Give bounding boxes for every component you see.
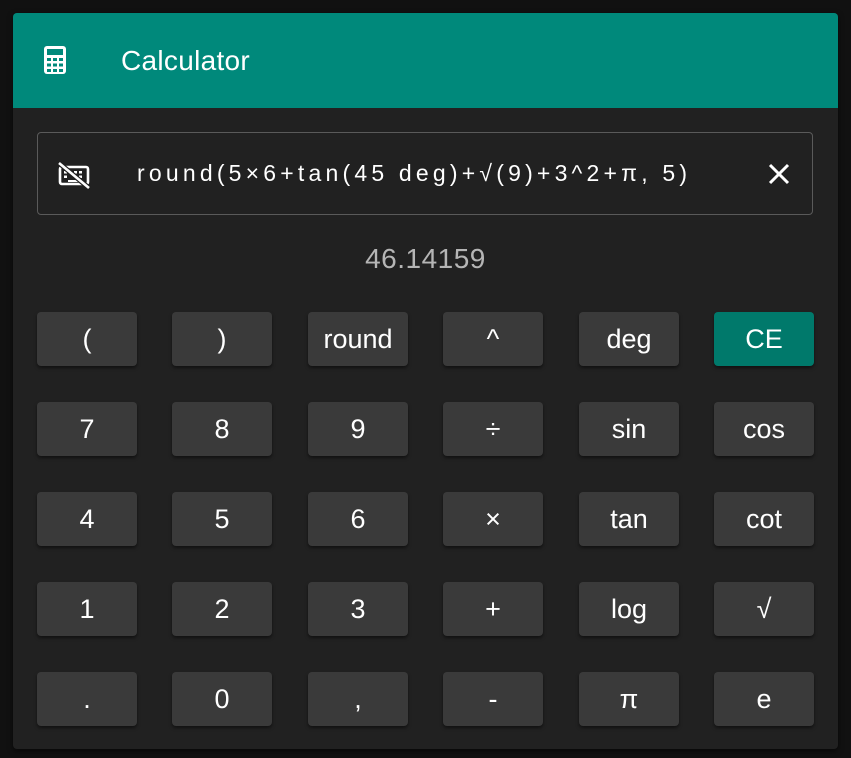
round-key[interactable]: round <box>308 312 408 366</box>
close-icon[interactable] <box>762 157 796 191</box>
title-bar: Calculator <box>13 13 838 108</box>
digit-2-key[interactable]: 2 <box>172 582 272 636</box>
clear-entry-key[interactable]: CE <box>714 312 814 366</box>
keyboard-off-icon[interactable] <box>57 161 91 189</box>
open-paren-key[interactable]: ( <box>37 312 137 366</box>
divide-key[interactable]: ÷ <box>443 402 543 456</box>
expression-text[interactable]: round(5×6+tan(45 deg)+√(9)+3^2+π, 5) <box>137 133 691 214</box>
calculator-window: Calculator round(5×6+tan(45 deg)+√(9)+3^… <box>13 13 838 749</box>
deg-key[interactable]: deg <box>579 312 679 366</box>
minus-key[interactable]: - <box>443 672 543 726</box>
digit-3-key[interactable]: 3 <box>308 582 408 636</box>
pi-key[interactable]: π <box>579 672 679 726</box>
digit-6-key[interactable]: 6 <box>308 492 408 546</box>
digit-0-key[interactable]: 0 <box>172 672 272 726</box>
digit-5-key[interactable]: 5 <box>172 492 272 546</box>
plus-key[interactable]: + <box>443 582 543 636</box>
comma-key[interactable]: , <box>308 672 408 726</box>
tan-key[interactable]: tan <box>579 492 679 546</box>
cot-key[interactable]: cot <box>714 492 814 546</box>
digit-9-key[interactable]: 9 <box>308 402 408 456</box>
sqrt-key[interactable]: √ <box>714 582 814 636</box>
cos-key[interactable]: cos <box>714 402 814 456</box>
digit-4-key[interactable]: 4 <box>37 492 137 546</box>
result-display: 46.14159 <box>365 243 486 274</box>
close-paren-key[interactable]: ) <box>172 312 272 366</box>
digit-7-key[interactable]: 7 <box>37 402 137 456</box>
digit-1-key[interactable]: 1 <box>37 582 137 636</box>
log-key[interactable]: log <box>579 582 679 636</box>
power-key[interactable]: ^ <box>443 312 543 366</box>
calculator-icon <box>44 46 66 74</box>
decimal-point-key[interactable]: . <box>37 672 137 726</box>
app-title: Calculator <box>121 45 251 76</box>
expression-field[interactable]: round(5×6+tan(45 deg)+√(9)+3^2+π, 5) <box>37 132 813 215</box>
e-key[interactable]: e <box>714 672 814 726</box>
multiply-key[interactable]: × <box>443 492 543 546</box>
sin-key[interactable]: sin <box>579 402 679 456</box>
digit-8-key[interactable]: 8 <box>172 402 272 456</box>
